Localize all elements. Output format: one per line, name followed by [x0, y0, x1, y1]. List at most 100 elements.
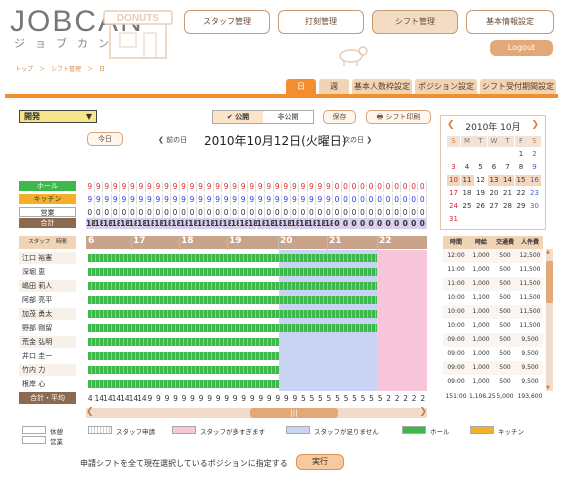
position-select[interactable]: 開発 ▼	[19, 110, 97, 123]
calendar-day[interactable]: 12	[474, 175, 487, 186]
staff-name[interactable]: 江口 裕憲	[19, 252, 76, 264]
calendar-day[interactable]: 17	[447, 188, 460, 199]
cost-table-header-cell: 時給	[474, 239, 487, 246]
calendar-day[interactable]: 7	[501, 162, 514, 173]
calendar-day[interactable]: 2	[528, 149, 541, 160]
nav-attendance-management[interactable]: 打刻管理	[278, 10, 364, 34]
staff-name[interactable]: 阿部 亮平	[19, 294, 76, 306]
count-cell: 0	[375, 218, 385, 229]
calendar-day[interactable]: 5	[474, 162, 487, 173]
calendar-day[interactable]: 23	[528, 188, 541, 199]
count-cell: 0	[350, 181, 359, 192]
shift-bar[interactable]	[88, 310, 377, 318]
tab-shift-period-settings[interactable]: シフト受付期間設定	[480, 79, 556, 94]
calendar-day[interactable]: 20	[488, 188, 501, 199]
shift-bar[interactable]	[88, 352, 279, 360]
calendar-day[interactable]: 9	[528, 162, 541, 173]
calendar-day[interactable]: 21	[501, 188, 514, 199]
calendar-prev-icon[interactable]: ❮	[447, 120, 455, 130]
staff-name[interactable]: 加茂 勇太	[19, 308, 76, 320]
staff-name[interactable]: 野部 剛留	[19, 322, 76, 334]
print-shift-button[interactable]: 🖶 シフト印刷	[366, 110, 431, 124]
shift-bar[interactable]	[88, 380, 279, 388]
calendar-day[interactable]: 11	[460, 175, 474, 186]
public-option[interactable]: ✔ 公開	[213, 111, 263, 123]
calendar-day[interactable]: 30	[528, 201, 541, 212]
shift-bar[interactable]	[88, 296, 377, 304]
staff-name[interactable]: 竹内 力	[19, 364, 76, 376]
nav-staff-management[interactable]: スタッフ管理	[184, 10, 270, 34]
count-cell: 9	[145, 194, 155, 205]
calendar-day[interactable]: 25	[461, 201, 474, 212]
shift-bar[interactable]	[88, 338, 279, 346]
nav-shift-management[interactable]: シフト管理	[372, 10, 458, 34]
calendar-day[interactable]: 19	[474, 188, 487, 199]
shift-bar[interactable]	[88, 366, 279, 374]
scrollbar-thumb[interactable]: |||	[250, 408, 338, 418]
calendar-day[interactable]: 14	[501, 175, 514, 186]
cost-table-cell: 09:00	[447, 336, 465, 343]
calendar-day[interactable]: 10	[447, 175, 460, 186]
cost-table-cell: 1,100	[472, 294, 490, 301]
count-cell: 0	[222, 207, 231, 218]
calendar-day[interactable]: 15	[514, 175, 528, 186]
private-option[interactable]: 非公開	[263, 111, 313, 123]
staff-name[interactable]: 深堀 恵	[19, 266, 76, 278]
scroll-right-icon[interactable]: ❯	[419, 407, 427, 417]
count-cell: 9	[188, 194, 197, 205]
calendar-day[interactable]: 28	[501, 201, 514, 212]
horizontal-scrollbar[interactable]: ❮ ||| ❯	[86, 407, 427, 418]
publish-toggle[interactable]: ✔ 公開 非公開	[212, 110, 314, 124]
calendar-day[interactable]: 31	[447, 214, 460, 225]
cost-table-row: 09:00 1,000 500 9,500	[443, 361, 543, 375]
scroll-down-icon[interactable]: ▼	[546, 385, 550, 391]
calendar-day[interactable]: 26	[474, 201, 487, 212]
calendar-day[interactable]: 6	[488, 162, 501, 173]
staff-name[interactable]: 井口 圭一	[19, 350, 76, 362]
vertical-scrollbar[interactable]: ▲ ▼	[546, 249, 553, 391]
calendar-day[interactable]: 27	[488, 201, 501, 212]
calendar-day[interactable]: 13	[487, 175, 501, 186]
count-cell: 9	[171, 194, 180, 205]
legend-break-swatch	[22, 426, 46, 434]
count-cell: 9	[111, 181, 121, 192]
count-cell: 18	[282, 218, 293, 229]
count-cell: 0	[94, 207, 104, 218]
calendar-day[interactable]: 22	[515, 188, 528, 199]
calendar-day[interactable]: 3	[447, 162, 460, 173]
calendar-day[interactable]: 24	[447, 201, 460, 212]
staff-name[interactable]: 荒金 弘明	[19, 336, 76, 348]
tab-week[interactable]: 週	[319, 79, 349, 94]
breadcrumb[interactable]: トップ ＞ シフト管理 ＞ 日	[15, 64, 105, 73]
calendar-day[interactable]: 18	[461, 188, 474, 199]
count-cell: 0	[384, 181, 393, 192]
scroll-up-icon[interactable]: ▲	[546, 249, 550, 255]
calendar-day[interactable]: 1	[515, 149, 528, 160]
calendar-day[interactable]: 29	[515, 201, 528, 212]
scroll-left-icon[interactable]: ❮	[86, 407, 94, 417]
prev-day-link[interactable]: ❮ 前の日	[158, 135, 187, 145]
next-day-link[interactable]: 次の日 ❯	[343, 135, 372, 145]
tab-day[interactable]: 日	[286, 79, 316, 94]
shift-bar[interactable]	[88, 268, 377, 276]
logout-button[interactable]: Logout	[490, 40, 553, 56]
shift-bar[interactable]	[88, 282, 377, 290]
vertical-thumb[interactable]	[546, 261, 553, 303]
execute-button[interactable]: 実行	[296, 454, 344, 470]
tab-position-settings[interactable]: ポジション設定	[415, 79, 477, 94]
today-button[interactable]: 今日	[87, 132, 123, 146]
calendar-day[interactable]: 16	[528, 175, 541, 186]
save-button[interactable]: 保存	[323, 110, 356, 124]
legend-over-label: スタッフが多すぎます	[200, 428, 265, 436]
calendar-weekday: M	[460, 136, 474, 147]
shift-bar[interactable]	[88, 324, 377, 332]
calendar-day[interactable]: 4	[461, 162, 474, 173]
tab-base-staff-settings[interactable]: 基本人数枠設定	[352, 79, 412, 94]
staff-name[interactable]: 根岸 心	[19, 378, 76, 390]
shift-bar[interactable]	[88, 254, 377, 262]
cost-table-cell: 1,000	[472, 308, 490, 315]
calendar-next-icon[interactable]: ❯	[531, 120, 539, 130]
staff-name[interactable]: 嶋田 莉人	[19, 280, 76, 292]
nav-basic-settings[interactable]: 基本情報設定	[466, 10, 554, 34]
calendar-day[interactable]: 8	[515, 162, 528, 173]
